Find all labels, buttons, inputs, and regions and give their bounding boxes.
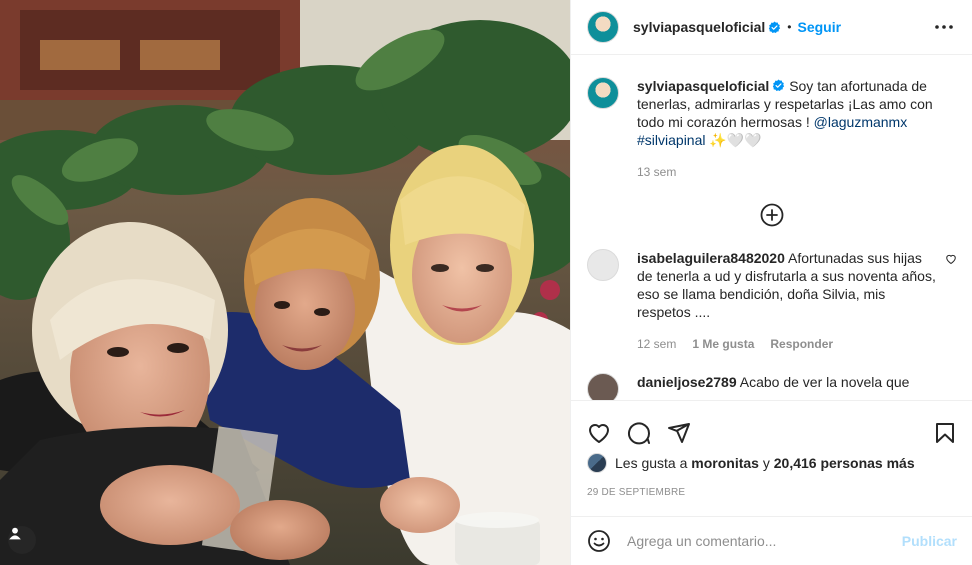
- post-side-panel: sylviapasqueloficial • Seguir sylviapasq…: [570, 0, 972, 565]
- share-icon[interactable]: [667, 421, 691, 445]
- caption-entry: sylviapasqueloficial Soy tan afortunada …: [571, 55, 972, 181]
- likes-user[interactable]: moronitas: [691, 455, 759, 471]
- separator-dot: •: [787, 20, 792, 34]
- likes-prefix: Les gusta a: [615, 455, 692, 471]
- user-tag-icon: [9, 527, 21, 540]
- photo-illustration: [0, 0, 570, 565]
- add-comment-icon: [760, 203, 784, 227]
- caption-hashtag[interactable]: #silviapinal: [637, 132, 705, 148]
- comment-input[interactable]: [627, 533, 894, 549]
- comment-body: danieljose2789 Acabo de ver la novela qu…: [637, 373, 957, 400]
- caption-time: 13 sem: [637, 165, 677, 179]
- user-tag-button[interactable]: [8, 526, 36, 554]
- comments-scroll-area[interactable]: sylviapasqueloficial Soy tan afortunada …: [571, 55, 972, 400]
- post-header: sylviapasqueloficial • Seguir: [571, 0, 972, 55]
- load-more-comments[interactable]: [571, 203, 972, 227]
- author-avatar[interactable]: [587, 11, 619, 43]
- caption-username[interactable]: sylviapasqueloficial: [637, 78, 769, 94]
- comment-text: Acabo de ver la novela que: [739, 374, 910, 390]
- caption-body: sylviapasqueloficial Soy tan afortunada …: [637, 77, 957, 181]
- caption-avatar[interactable]: [587, 77, 619, 109]
- comment-item: danieljose2789 Acabo de ver la novela qu…: [571, 353, 972, 400]
- comment-icon[interactable]: [627, 421, 651, 445]
- commenter-avatar[interactable]: [587, 249, 619, 281]
- reply-button[interactable]: Responder: [770, 337, 833, 351]
- commenter-avatar[interactable]: [587, 373, 619, 400]
- comment-meta: 12 sem 1 Me gusta Responder: [637, 335, 937, 353]
- comment-item: isabelaguilera8482020 Afortunadas sus hi…: [571, 227, 972, 353]
- comment-likes[interactable]: 1 Me gusta: [692, 337, 754, 351]
- verified-icon: [769, 21, 781, 33]
- author-username[interactable]: sylviapasqueloficial: [633, 19, 765, 35]
- publish-button[interactable]: Publicar: [902, 533, 957, 549]
- likes-summary[interactable]: Les gusta a moronitas y 20,416 personas …: [571, 453, 972, 473]
- comment-form: Publicar: [571, 516, 972, 565]
- commenter-username[interactable]: danieljose2789: [637, 374, 737, 390]
- caption-mention[interactable]: @laguzmanmx: [814, 114, 908, 130]
- likes-middle: y: [758, 455, 774, 471]
- post-photo[interactable]: [0, 0, 570, 565]
- verified-icon: [773, 79, 785, 92]
- post-actions: Les gusta a moronitas y 20,416 personas …: [571, 400, 972, 516]
- post-date: 29 DE SEPTIEMBRE: [587, 487, 686, 498]
- comment-body: isabelaguilera8482020 Afortunadas sus hi…: [637, 249, 937, 353]
- liker-avatar: [587, 453, 607, 473]
- action-icons-row: [571, 401, 972, 453]
- caption-emojis: ✨🤍🤍: [709, 132, 762, 148]
- more-icon: [935, 25, 953, 29]
- comment-like-heart-icon[interactable]: [945, 253, 957, 265]
- commenter-username[interactable]: isabelaguilera8482020: [637, 250, 785, 266]
- emoji-icon[interactable]: [587, 529, 611, 553]
- more-options-button[interactable]: [932, 15, 956, 39]
- comment-time: 12 sem: [637, 337, 677, 351]
- heart-icon[interactable]: [587, 421, 611, 445]
- bookmark-icon[interactable]: [933, 421, 957, 445]
- follow-button[interactable]: Seguir: [798, 19, 842, 35]
- likes-count[interactable]: 20,416 personas más: [774, 455, 915, 471]
